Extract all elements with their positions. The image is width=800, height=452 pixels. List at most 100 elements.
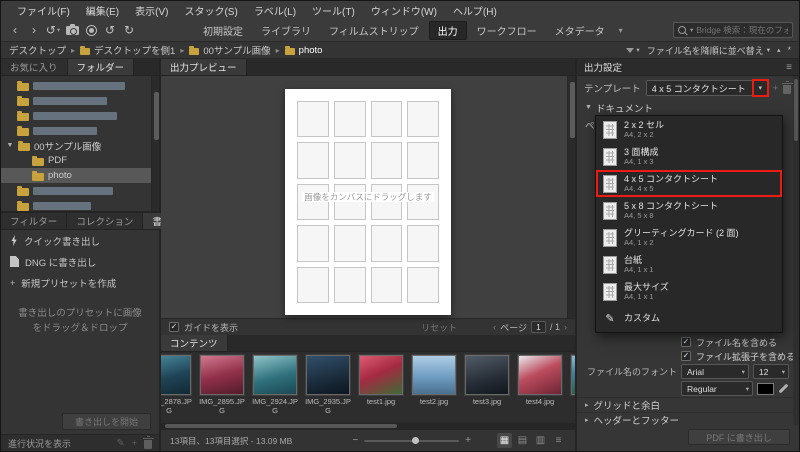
template-option-selected[interactable]: 4 x 5 コンタクトシート A4, 4 x 5 [596, 170, 782, 197]
workspace-overflow-icon[interactable]: ▾ [615, 26, 627, 35]
prev-page-icon[interactable]: ‹ [493, 322, 496, 332]
scrollbar-thumb[interactable] [165, 424, 397, 428]
tab-favorites[interactable]: お気に入り [1, 59, 68, 75]
thumbnail-item[interactable]: IMG_2878.JPG [161, 354, 193, 429]
tab-filmstrip[interactable]: フィルムストリップ [321, 21, 427, 40]
tab-content[interactable]: コンテンツ [161, 335, 228, 351]
reset-button[interactable]: リセット [421, 321, 457, 334]
zoom-in-icon[interactable]: + [465, 435, 471, 446]
menu-view[interactable]: 表示(V) [127, 1, 176, 19]
menu-stacks[interactable]: スタック(S) [176, 1, 245, 19]
tab-collections[interactable]: コレクション [67, 213, 144, 229]
folders-scrollbar[interactable] [151, 76, 159, 211]
edit-preset-icon[interactable]: ✎ [116, 438, 124, 449]
folder-row[interactable] [1, 108, 159, 123]
tab-output-preview[interactable]: 出力プレビュー [161, 59, 247, 75]
thumbnail-item[interactable]: IMG_2895.JPG [198, 354, 246, 429]
thumbnail-image[interactable] [411, 354, 457, 396]
template-option-custom[interactable]: ✎ カスタム [596, 305, 782, 332]
folder-row[interactable] [1, 78, 159, 93]
folder-row[interactable] [1, 183, 159, 198]
thumbnails-scrollbar[interactable] [161, 423, 575, 429]
search-box[interactable]: ▾ [673, 22, 793, 38]
menu-label[interactable]: ラベル(L) [246, 1, 304, 19]
menu-help[interactable]: ヘルプ(H) [445, 1, 505, 19]
template-option[interactable]: グリーティングカード (2 面) A4, 1 x 2 [596, 224, 782, 251]
contact-sheet-canvas[interactable]: 画像をカンバスにドラッグします [285, 89, 451, 315]
menu-file[interactable]: ファイル(F) [9, 1, 78, 19]
breadcrumb-desktop[interactable]: デスクトップ [9, 43, 66, 57]
start-export-button[interactable]: 書き出しを開始 [61, 413, 151, 430]
search-caret-icon[interactable]: ▾ [690, 26, 693, 34]
history-icon[interactable]: ↺ ▾ [45, 22, 61, 39]
filter-icon[interactable]: ▾ [626, 46, 640, 54]
thumbnail-item[interactable]: test3.jpg [463, 354, 511, 429]
thumbnail-item[interactable]: test4.jpg [516, 354, 564, 429]
thumbnail-image[interactable] [305, 354, 351, 396]
delete-template-icon[interactable] [781, 80, 793, 94]
export-pdf-button[interactable]: PDF に書き出し [688, 429, 790, 445]
folder-row-sample[interactable]: ▼ 00サンプル画像 [1, 138, 159, 153]
thumbnail-image[interactable] [252, 354, 298, 396]
thumbnail-item[interactable]: IMG_2935.JPG [304, 354, 352, 429]
scrollbar-thumb[interactable] [153, 92, 159, 140]
font-style-dropdown[interactable]: Regular ▾ [681, 381, 753, 396]
delete-preset-icon[interactable] [142, 435, 154, 449]
rotate-left-icon[interactable]: ↺ [102, 22, 118, 39]
tab-output[interactable]: 出力 [428, 20, 467, 40]
progress-label[interactable]: 進行状況を表示 [8, 437, 71, 450]
settings-scrollbar[interactable] [793, 76, 799, 425]
dng-export-item[interactable]: DNG に書き出し [1, 251, 159, 272]
next-page-icon[interactable]: › [564, 322, 567, 332]
back-icon[interactable]: ‹ [7, 22, 23, 39]
scrollbar-thumb[interactable] [794, 79, 798, 141]
include-filename-checkbox[interactable]: ✓ [681, 337, 691, 347]
add-preset-icon[interactable]: + [132, 438, 137, 448]
page-number-input[interactable]: 1 [530, 321, 546, 333]
thumbnail-size-slider[interactable] [364, 436, 460, 444]
rating-filter-icon[interactable]: * [787, 45, 791, 55]
panel-menu-icon[interactable]: ≡ [786, 62, 792, 73]
template-option[interactable]: 2 x 2 セル A4, 2 x 2 [596, 116, 782, 143]
font-color-swatch[interactable] [757, 382, 774, 395]
compact-view-icon[interactable]: ≡ [551, 433, 566, 448]
folder-row-photo[interactable]: photo [1, 168, 159, 183]
folder-row-pdf[interactable]: PDF [1, 153, 159, 168]
show-guides-checkbox[interactable]: ✓ [169, 322, 179, 332]
menu-edit[interactable]: 編集(E) [78, 1, 127, 19]
grid-view-icon[interactable]: ▦ [497, 433, 512, 448]
thumbnail-image[interactable] [517, 354, 563, 396]
list-view-icon[interactable]: ▥ [533, 433, 548, 448]
breadcrumb-sample[interactable]: 00サンプル画像 [203, 43, 270, 57]
eyedropper-icon[interactable] [778, 383, 789, 394]
camera-raw-icon[interactable] [83, 22, 99, 39]
menu-tools[interactable]: ツール(T) [304, 1, 363, 19]
tab-workflow[interactable]: ワークフロー [469, 21, 545, 40]
thumbnail-item[interactable]: IMG_2924.JPG [251, 354, 299, 429]
thumbnail-image[interactable] [464, 354, 510, 396]
thumbnail-item[interactable]: 五月山.jpg [569, 354, 575, 429]
folder-row[interactable] [1, 198, 159, 211]
font-family-dropdown[interactable]: Arial ▾ [681, 364, 749, 379]
thumbnail-image[interactable] [161, 354, 192, 396]
scrollbar-thumb[interactable] [569, 82, 575, 138]
tab-metadata[interactable]: メタデータ [547, 21, 613, 40]
search-input[interactable] [696, 25, 788, 35]
tab-essentials[interactable]: 初期設定 [195, 21, 251, 40]
save-template-icon[interactable]: + [773, 83, 778, 93]
forward-icon[interactable]: › [26, 22, 42, 39]
template-option[interactable]: 5 x 8 コンタクトシート A4, 5 x 8 [596, 197, 782, 224]
template-dropdown-caret-icon[interactable]: ▾ [751, 79, 769, 97]
header-footer-section[interactable]: ▸ ヘッダーとフッター [577, 412, 799, 427]
details-view-icon[interactable]: ▤ [515, 433, 530, 448]
breadcrumb-photo[interactable]: photo [299, 45, 323, 56]
thumbnail-item[interactable]: test2.jpg [410, 354, 458, 429]
quick-export-item[interactable]: クイック書き出し [1, 230, 159, 251]
expand-arrow-icon[interactable]: ▼ [6, 142, 14, 149]
rotate-right-icon[interactable]: ↻ [121, 22, 137, 39]
tab-libraries[interactable]: ライブラリ [253, 21, 319, 40]
breadcrumb-parent[interactable]: デスクトップを側1 [94, 43, 175, 57]
grid-margins-section[interactable]: ▸ グリッドと余白 [577, 397, 799, 412]
template-option[interactable]: 台紙 A4, 1 x 1 [596, 251, 782, 278]
thumbnail-image[interactable] [199, 354, 245, 396]
